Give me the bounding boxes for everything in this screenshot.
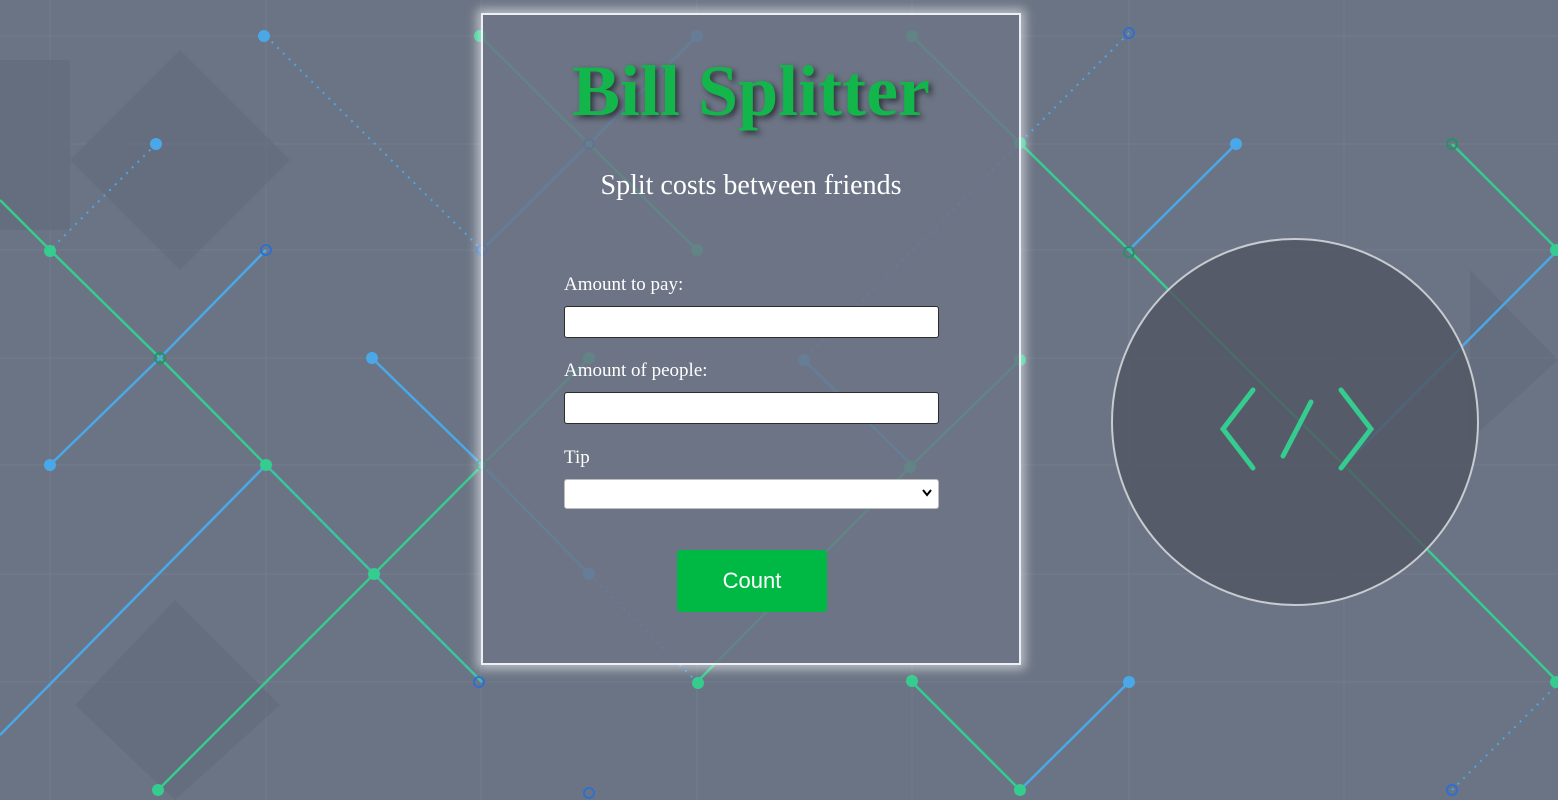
tip-select[interactable] [564, 479, 939, 509]
bill-splitter-card: Bill Splitter Split costs between friend… [481, 13, 1021, 665]
code-badge [1111, 238, 1479, 606]
page-subtitle: Split costs between friends [600, 170, 902, 201]
people-label: Amount of people: [564, 360, 708, 381]
tip-label: Tip [564, 447, 590, 468]
amount-input[interactable] [564, 306, 939, 338]
amount-label: Amount to pay: [564, 274, 684, 295]
chevron-down-icon [922, 489, 932, 497]
count-button[interactable]: Count [677, 550, 827, 612]
page-title: Bill Splitter [572, 51, 930, 131]
code-icon [1219, 387, 1375, 471]
people-input[interactable] [564, 392, 939, 424]
